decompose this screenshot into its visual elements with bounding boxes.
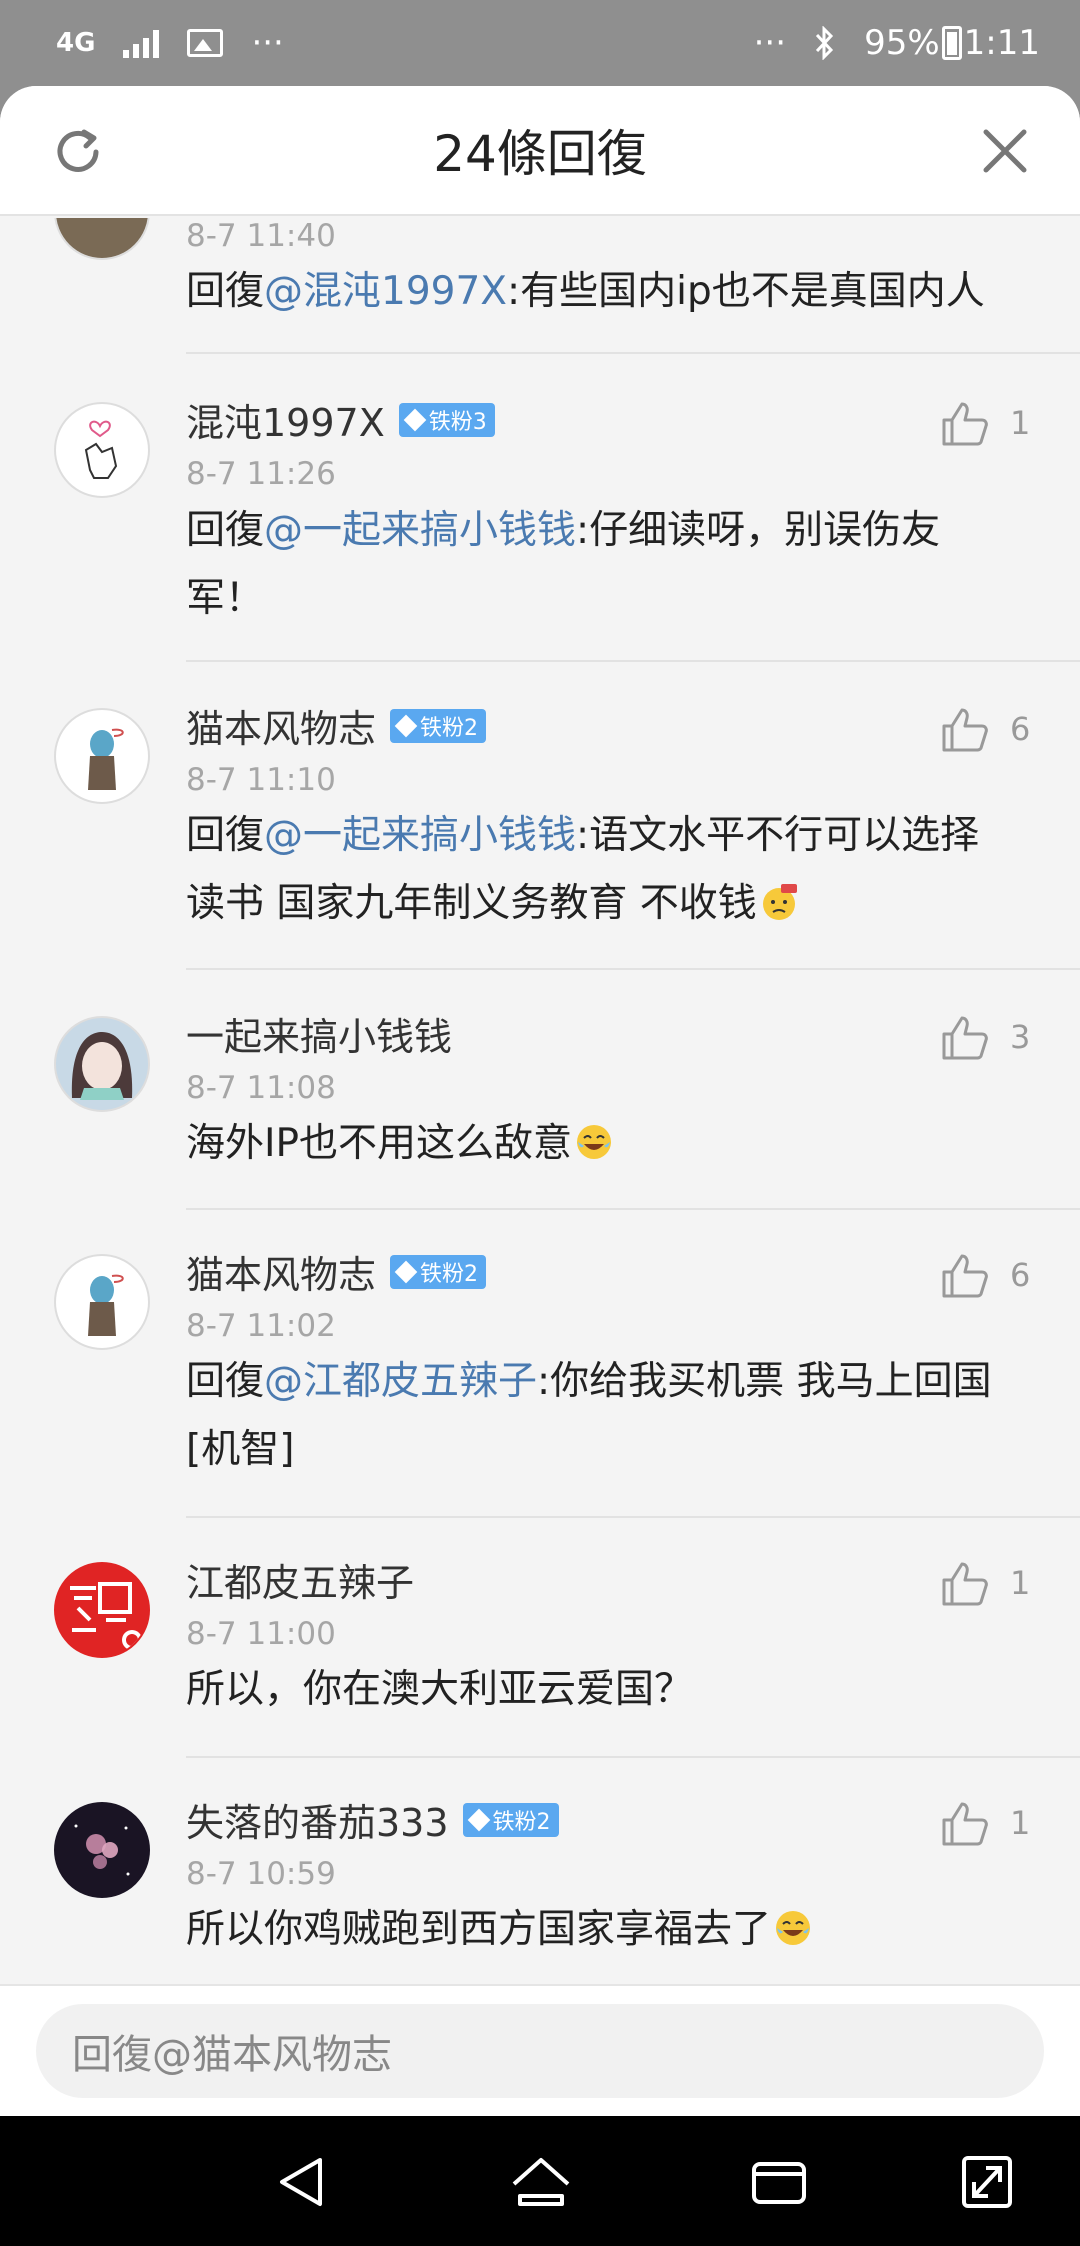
diamond-icon <box>394 1260 418 1283</box>
like-count: 6 <box>1010 710 1031 748</box>
comment-time: 8-7 11:08 <box>186 1070 336 1106</box>
divider <box>186 1516 1080 1518</box>
username[interactable]: 失落的番茄333 <box>186 1792 449 1847</box>
image-notification-icon <box>187 29 224 57</box>
comment-time: 8-7 11:00 <box>186 1616 336 1652</box>
comment-text: 回復@一起来搞小钱钱:语文水平不行可以选择读书 国家九年制义务教育 不收钱 <box>186 813 980 926</box>
username[interactable]: 猫本风物志 <box>186 698 376 753</box>
avatar[interactable] <box>54 1016 150 1112</box>
divider <box>186 660 1080 662</box>
bluetooth-icon <box>815 26 834 60</box>
avatar[interactable] <box>54 1802 150 1898</box>
laughing-tears-emoji-icon <box>776 1911 811 1945</box>
sheet-header: 24條回復 <box>0 86 1080 216</box>
laughing-tears-emoji-icon <box>577 1125 612 1159</box>
reply-list[interactable]: 8-7 11:40 回復@混沌1997X:有些国内ip也不是真国内人 混沌199… <box>0 218 1080 1984</box>
close-icon[interactable] <box>978 124 1032 178</box>
comment-text: 所以，你在澳大利亚云爱国？ <box>186 1667 694 1712</box>
thumbs-up-icon[interactable] <box>940 1560 990 1608</box>
signal-bars-icon <box>123 28 160 58</box>
mention-link[interactable]: @混沌1997X <box>264 269 507 314</box>
divider <box>186 352 1080 354</box>
thumbs-up-icon[interactable] <box>940 1014 990 1062</box>
comment-time: 8-7 11:10 <box>186 762 336 798</box>
heart-hand-icon <box>84 420 118 479</box>
fan-badge: 铁粉2 <box>390 1254 487 1289</box>
status-bar: 4G ··· ··· 95% 1:11 <box>0 0 1080 86</box>
divider <box>186 1756 1080 1758</box>
comment-time: 8-7 11:26 <box>186 456 336 492</box>
clock: 1:11 <box>963 23 1040 63</box>
refresh-icon[interactable] <box>48 122 108 182</box>
battery-percent: 95% <box>864 23 940 63</box>
fan-badge: 铁粉2 <box>390 708 487 743</box>
status-left: 4G ··· <box>56 23 284 63</box>
comment-text: 回復@江都皮五辣子:你给我买机票 我马上回国[机智] <box>186 1359 992 1472</box>
recents-icon[interactable] <box>746 2152 812 2212</box>
alien-figure-icon <box>88 728 124 790</box>
comment-time: 8-7 10:59 <box>186 1856 336 1892</box>
like-count: 1 <box>1010 1804 1031 1842</box>
diamond-icon <box>467 1808 490 1831</box>
like-count: 3 <box>1010 1018 1031 1056</box>
user-row: 猫本风物志 铁粉2 <box>186 1244 487 1299</box>
like-count: 6 <box>1010 1256 1031 1294</box>
user-row: 混沌1997X 铁粉3 <box>186 392 495 447</box>
username[interactable]: 一起来搞小钱钱 <box>186 1006 452 1061</box>
username[interactable]: 混沌1997X <box>186 392 385 447</box>
like-count: 1 <box>1010 1564 1031 1602</box>
comment-text: 回復@混沌1997X:有些国内ip也不是真国内人 <box>186 269 985 314</box>
thumbs-up-icon[interactable] <box>940 1252 990 1300</box>
divider <box>186 1208 1080 1210</box>
username[interactable]: 江都皮五辣子 <box>186 1552 414 1607</box>
diamond-icon <box>394 714 418 737</box>
avatar[interactable] <box>54 708 150 804</box>
mention-link[interactable]: @江都皮五辣子 <box>264 1359 537 1404</box>
expand-icon[interactable] <box>954 2152 1020 2212</box>
mention-link[interactable]: @一起来搞小钱钱 <box>264 508 576 553</box>
user-row: 猫本风物志 铁粉2 <box>186 698 487 753</box>
thinking-666-emoji-icon <box>762 884 797 920</box>
fan-badge: 铁粉3 <box>398 402 495 437</box>
thumbs-up-icon[interactable] <box>940 1800 990 1848</box>
comment-text: 海外IP也不用这么敌意 <box>186 1110 1016 1178</box>
more-status: ··· <box>753 23 787 63</box>
page-title: 24條回復 <box>433 125 647 183</box>
comment-text: 回復@一起来搞小钱钱:仔细读呀，别误伤友军！ <box>186 508 941 621</box>
avatar[interactable] <box>54 1254 150 1350</box>
thumbs-up-icon[interactable] <box>940 706 990 754</box>
alien-figure-icon <box>88 1274 124 1336</box>
comment-time: 8-7 11:02 <box>186 1308 336 1344</box>
status-right: ··· 95% 1:11 <box>754 23 1040 63</box>
avatar[interactable] <box>54 402 150 498</box>
reply-input[interactable]: 回復@猫本风物志 <box>36 2004 1044 2098</box>
reply-footer: 回復@猫本风物志 <box>0 1984 1080 2116</box>
username[interactable]: 猫本风物志 <box>186 1244 376 1299</box>
home-icon[interactable] <box>508 2152 574 2212</box>
thumbs-up-icon[interactable] <box>940 400 990 448</box>
user-row: 失落的番茄333 铁粉2 <box>186 1792 559 1847</box>
diamond-icon <box>403 408 427 431</box>
navigation-bar <box>0 2116 1080 2246</box>
back-triangle-icon[interactable] <box>270 2152 336 2212</box>
anime-girl-icon <box>71 1032 133 1100</box>
divider <box>186 968 1080 970</box>
galaxy-icon <box>74 1824 130 1876</box>
network-indicator: 4G <box>56 28 96 58</box>
more-notifications: ··· <box>251 23 284 63</box>
avatar[interactable] <box>54 1562 150 1658</box>
comment-text: 所以你鸡贼跑到西方国家享福去了 <box>186 1896 1016 1964</box>
like-count: 1 <box>1010 404 1031 442</box>
user-row: 一起来搞小钱钱 <box>186 1006 452 1061</box>
replies-sheet: 24條回復 8-7 11:40 回復@混沌1997X:有些国内ip也不是真国内人 <box>0 86 1080 2116</box>
avatar[interactable] <box>54 218 150 260</box>
battery-icon <box>941 26 962 60</box>
red-seal-icon <box>70 1582 142 1650</box>
mention-link[interactable]: @一起来搞小钱钱 <box>264 813 576 858</box>
user-row: 江都皮五辣子 <box>186 1552 414 1607</box>
fan-badge: 铁粉2 <box>462 1802 559 1837</box>
comment-time: 8-7 11:40 <box>186 218 336 254</box>
